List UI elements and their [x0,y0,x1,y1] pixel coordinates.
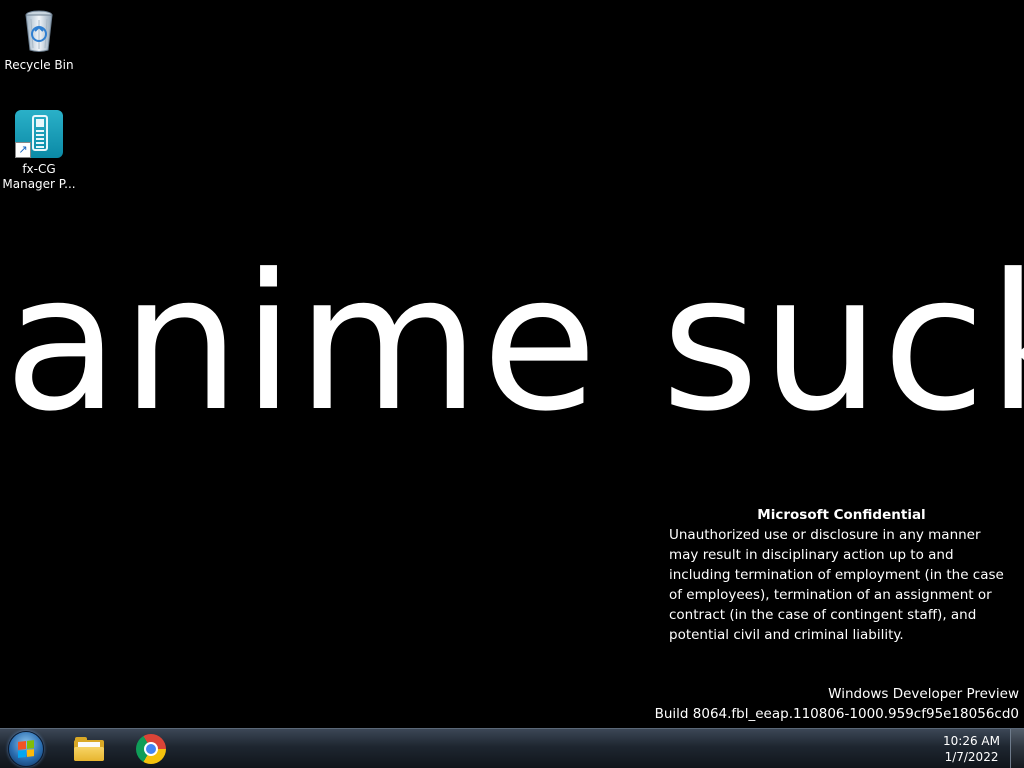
desktop-icon-label: Recycle Bin [4,58,74,72]
build-watermark: Windows Developer Preview Build 8064.fbl… [655,684,1019,724]
confidential-body: Unauthorized use or disclosure in any ma… [669,527,1004,643]
build-label: Build 8064.fbl_eeap.110806-1000.959cf95e… [654,706,1019,722]
recycle-bin-icon [15,6,63,54]
start-button[interactable] [6,730,46,768]
taskbar: 10:26 AM 1/7/2022 [0,728,1024,768]
start-orb-icon [8,731,44,767]
confidential-watermark: Microsoft Confidential Unauthorized use … [669,505,1014,645]
windows-flag-icon [18,740,34,758]
clock-time: 10:26 AM [943,734,1000,748]
taskbar-clock[interactable]: 10:26 AM 1/7/2022 [943,733,1000,765]
clock-date: 1/7/2022 [944,750,999,764]
desktop-icon-label: fx-CG Manager P... [2,162,76,191]
wallpaper-text: anime sucks [4,234,1024,453]
edition-label: Windows Developer Preview [828,686,1019,702]
desktop-icon-recycle-bin[interactable]: Recycle Bin [0,6,78,73]
show-desktop-button[interactable] [1010,729,1024,768]
desktop[interactable]: anime sucks Recycle Bin [0,0,1024,728]
fx-cg-manager-icon: ↗ [15,110,63,158]
desktop-icon-fx-cg-manager[interactable]: ↗ fx-CG Manager P... [0,110,78,192]
chrome-icon [136,734,166,764]
taskbar-app-chrome[interactable] [133,731,169,767]
taskbar-app-explorer[interactable] [71,731,107,767]
confidential-title: Microsoft Confidential [757,507,926,523]
folder-icon [74,737,104,761]
shortcut-arrow-icon: ↗ [15,142,31,158]
